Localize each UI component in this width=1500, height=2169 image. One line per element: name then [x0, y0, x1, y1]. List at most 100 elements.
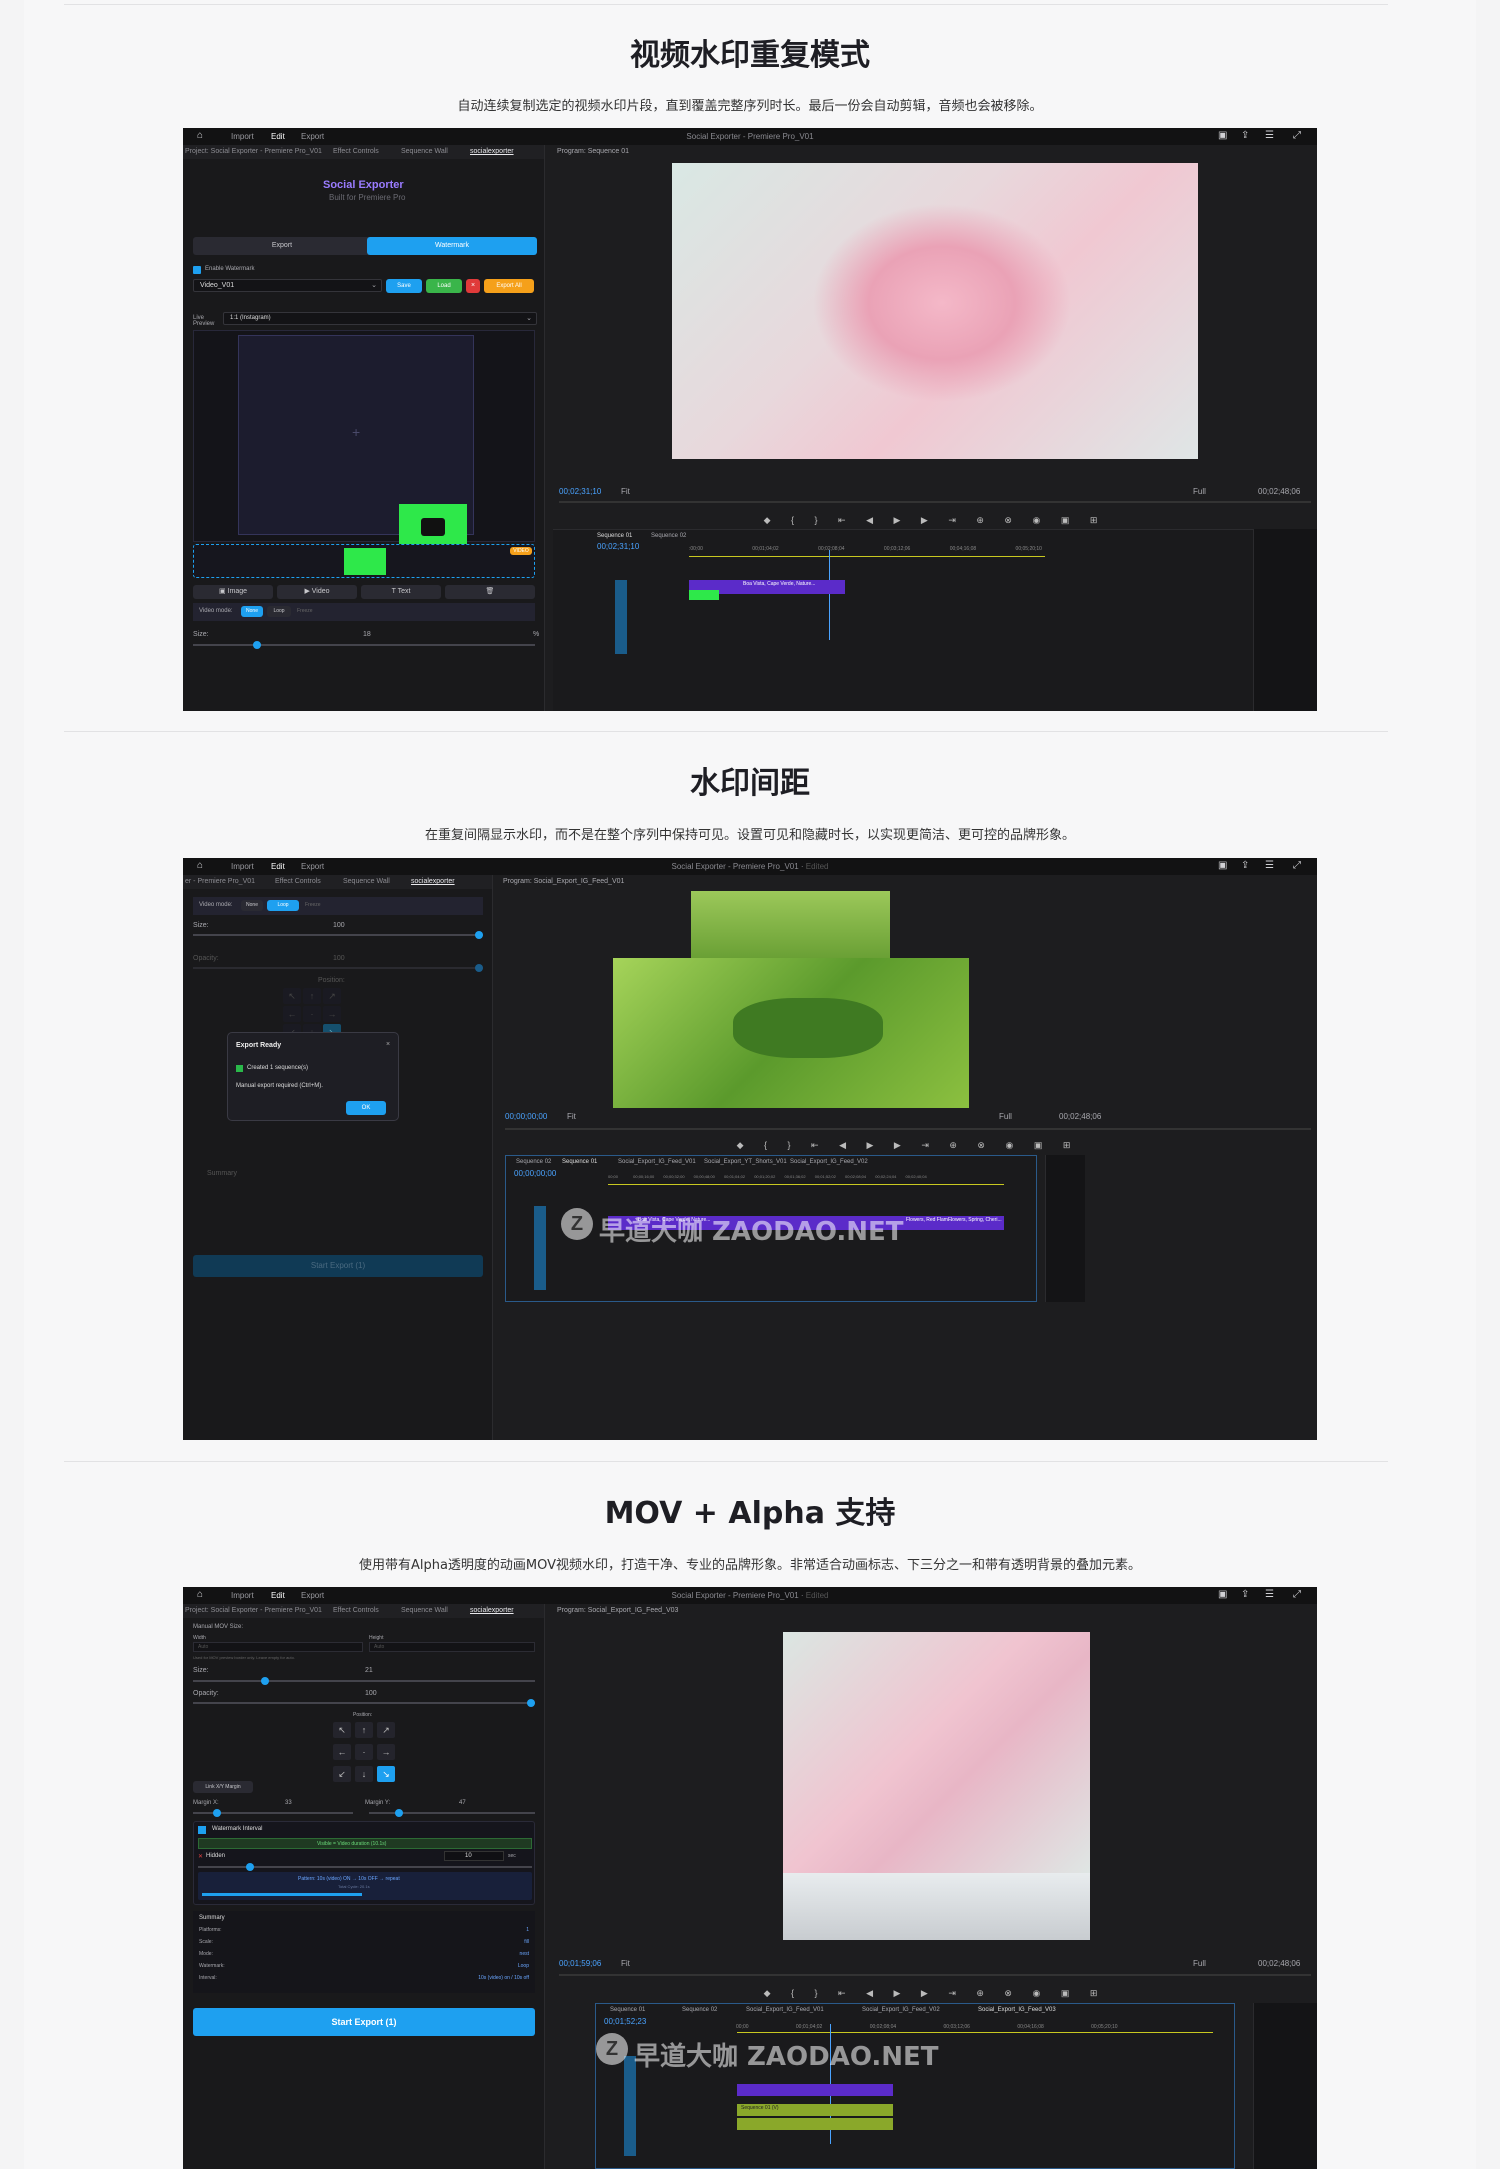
tab-socialexporter[interactable]: socialexporter: [470, 148, 514, 155]
tab-project[interactable]: Project: Social Exporter - Premiere Pro_…: [185, 1607, 322, 1614]
margin-x-slider[interactable]: [193, 1809, 353, 1817]
tab-effect-controls[interactable]: Effect Controls: [275, 878, 321, 885]
tab-ig-feed-v03[interactable]: Social_Export_IG_Feed_V03: [978, 2007, 1056, 2013]
menu-icon[interactable]: ☰: [1265, 1590, 1274, 1600]
link-margin-button[interactable]: Link X/Y Margin: [193, 1781, 253, 1793]
width-input[interactable]: Auto: [193, 1642, 363, 1652]
fit-select[interactable]: Fit: [621, 487, 630, 496]
close-icon[interactable]: ×: [386, 1041, 390, 1048]
tab-sequence-01[interactable]: Sequence 01: [562, 1159, 597, 1165]
expand-icon[interactable]: ⤢: [1293, 861, 1301, 871]
track-targets[interactable]: [615, 580, 627, 654]
mode-loop-button[interactable]: Loop: [267, 606, 291, 617]
layout-icon[interactable]: ▣: [1218, 861, 1227, 871]
tab-export-button[interactable]: Export: [193, 237, 371, 255]
video-clip[interactable]: Sequence 01 (V): [737, 2104, 893, 2116]
slider-knob[interactable]: [246, 1863, 254, 1871]
position-top-right[interactable]: ↗: [323, 988, 341, 1004]
tab-sequence-01[interactable]: Sequence 01: [597, 533, 632, 539]
position-bottom[interactable]: ↓: [355, 1766, 373, 1782]
position-top[interactable]: ↑: [303, 988, 321, 1004]
opacity-slider[interactable]: [193, 1699, 535, 1707]
aspect-select[interactable]: 1:1 (Instagram) ⌄: [223, 312, 537, 325]
position-top-left[interactable]: ↖: [333, 1722, 351, 1738]
audio-clip[interactable]: [737, 2118, 893, 2130]
expand-icon[interactable]: ⤢: [1293, 1590, 1301, 1600]
tab-yt-shorts-v01[interactable]: Social_Export_YT_Shorts_V01: [704, 1159, 787, 1165]
tab-sequence-wall[interactable]: Sequence Wall: [401, 1607, 448, 1614]
tab-sequence-02[interactable]: Sequence 02: [651, 533, 686, 539]
start-export-button[interactable]: Start Export (1): [193, 1255, 483, 1277]
margin-y-slider[interactable]: [369, 1809, 535, 1817]
image-button[interactable]: ▣ Image: [193, 585, 273, 599]
mode-freeze-button[interactable]: Freeze: [305, 902, 321, 908]
position-right[interactable]: →: [377, 1744, 395, 1760]
position-right[interactable]: →: [323, 1006, 341, 1022]
tab-sequence-02[interactable]: Sequence 02: [516, 1159, 551, 1165]
program-scrubber[interactable]: [559, 1974, 1311, 1976]
position-bottom-right[interactable]: ↘: [377, 1766, 395, 1782]
tab-effect-controls[interactable]: Effect Controls: [333, 148, 379, 155]
menu-icon[interactable]: ☰: [1265, 131, 1274, 141]
transport-controls[interactable]: ◆ { } ⇤ ◀ ▶ ▶ ⇥ ⊕ ⊗ ◉ ▣ ⊞: [553, 1988, 1317, 2002]
slider-knob[interactable]: [475, 931, 483, 939]
delete-preset-icon[interactable]: ×: [466, 279, 480, 293]
mode-freeze-button[interactable]: Freeze: [297, 608, 313, 614]
program-scrubber[interactable]: [559, 501, 1311, 503]
enable-watermark-checkbox[interactable]: [193, 266, 201, 274]
slider-knob[interactable]: [213, 1809, 221, 1817]
tab-socialexporter[interactable]: socialexporter: [470, 1607, 514, 1614]
tab-watermark-button[interactable]: Watermark: [367, 237, 537, 255]
full-select[interactable]: Full: [999, 1112, 1012, 1121]
slider-knob[interactable]: [475, 964, 483, 972]
tab-project[interactable]: er - Premiere Pro_V01: [185, 878, 255, 885]
tab-sequence-01[interactable]: Sequence 01: [610, 2007, 645, 2013]
share-icon[interactable]: ⇪: [1241, 1590, 1249, 1600]
layout-icon[interactable]: ▣: [1218, 1590, 1227, 1600]
slider-knob[interactable]: [395, 1809, 403, 1817]
export-all-button[interactable]: Export All: [484, 279, 534, 293]
slider-knob[interactable]: [261, 1677, 269, 1685]
start-export-button[interactable]: Start Export (1): [193, 2008, 535, 2036]
tab-ig-feed-v02[interactable]: Social_Export_IG_Feed_V02: [790, 1159, 868, 1165]
position-top-left[interactable]: ↖: [283, 988, 301, 1004]
fit-select[interactable]: Fit: [621, 1959, 630, 1968]
mode-none-button[interactable]: None: [241, 606, 263, 617]
ok-button[interactable]: OK: [346, 1101, 386, 1115]
position-center[interactable]: ·: [355, 1744, 373, 1760]
interval-checkbox[interactable]: [198, 1826, 206, 1834]
trash-icon[interactable]: 🗑: [445, 585, 535, 599]
slider-knob[interactable]: [527, 1699, 535, 1707]
slider-knob[interactable]: [253, 641, 261, 649]
expand-icon[interactable]: ⤢: [1293, 131, 1301, 141]
position-left[interactable]: ←: [333, 1744, 351, 1760]
tab-socialexporter[interactable]: socialexporter: [411, 878, 455, 885]
transport-controls[interactable]: ◆ { } ⇤ ◀ ▶ ▶ ⇥ ⊕ ⊗ ◉ ▣ ⊞: [553, 515, 1317, 529]
layout-icon[interactable]: ▣: [1218, 131, 1227, 141]
share-icon[interactable]: ⇪: [1241, 861, 1249, 871]
size-slider[interactable]: [193, 641, 535, 649]
position-left[interactable]: ←: [283, 1006, 301, 1022]
size-slider[interactable]: [193, 931, 483, 939]
tab-ig-feed-v01[interactable]: Social_Export_IG_Feed_V01: [746, 2007, 824, 2013]
track-targets[interactable]: [534, 1206, 546, 1290]
preset-select[interactable]: Video_V01 ⌄: [193, 279, 382, 292]
hidden-input[interactable]: 10: [444, 1851, 504, 1861]
position-bottom-left[interactable]: ↙: [333, 1766, 351, 1782]
size-slider[interactable]: [193, 1677, 535, 1685]
tab-sequence-02[interactable]: Sequence 02: [682, 2007, 717, 2013]
tab-project[interactable]: Project: Social Exporter - Premiere Pro_…: [185, 148, 322, 155]
position-top[interactable]: ↑: [355, 1722, 373, 1738]
share-icon[interactable]: ⇪: [1241, 131, 1249, 141]
transport-controls[interactable]: ◆ { } ⇤ ◀ ▶ ▶ ⇥ ⊕ ⊗ ◉ ▣ ⊞: [499, 1140, 1317, 1154]
save-button[interactable]: Save: [386, 279, 422, 293]
playhead[interactable]: [829, 550, 830, 640]
tab-ig-feed-v02[interactable]: Social_Export_IG_Feed_V02: [862, 2007, 940, 2013]
menu-icon[interactable]: ☰: [1265, 861, 1274, 871]
mode-loop-button[interactable]: Loop: [267, 900, 299, 911]
full-select[interactable]: Full: [1193, 1959, 1206, 1968]
video-clip-v2[interactable]: [737, 2084, 893, 2096]
video-dropzone[interactable]: VIDEO: [193, 544, 535, 578]
position-top-right[interactable]: ↗: [377, 1722, 395, 1738]
load-button[interactable]: Load: [426, 279, 462, 293]
